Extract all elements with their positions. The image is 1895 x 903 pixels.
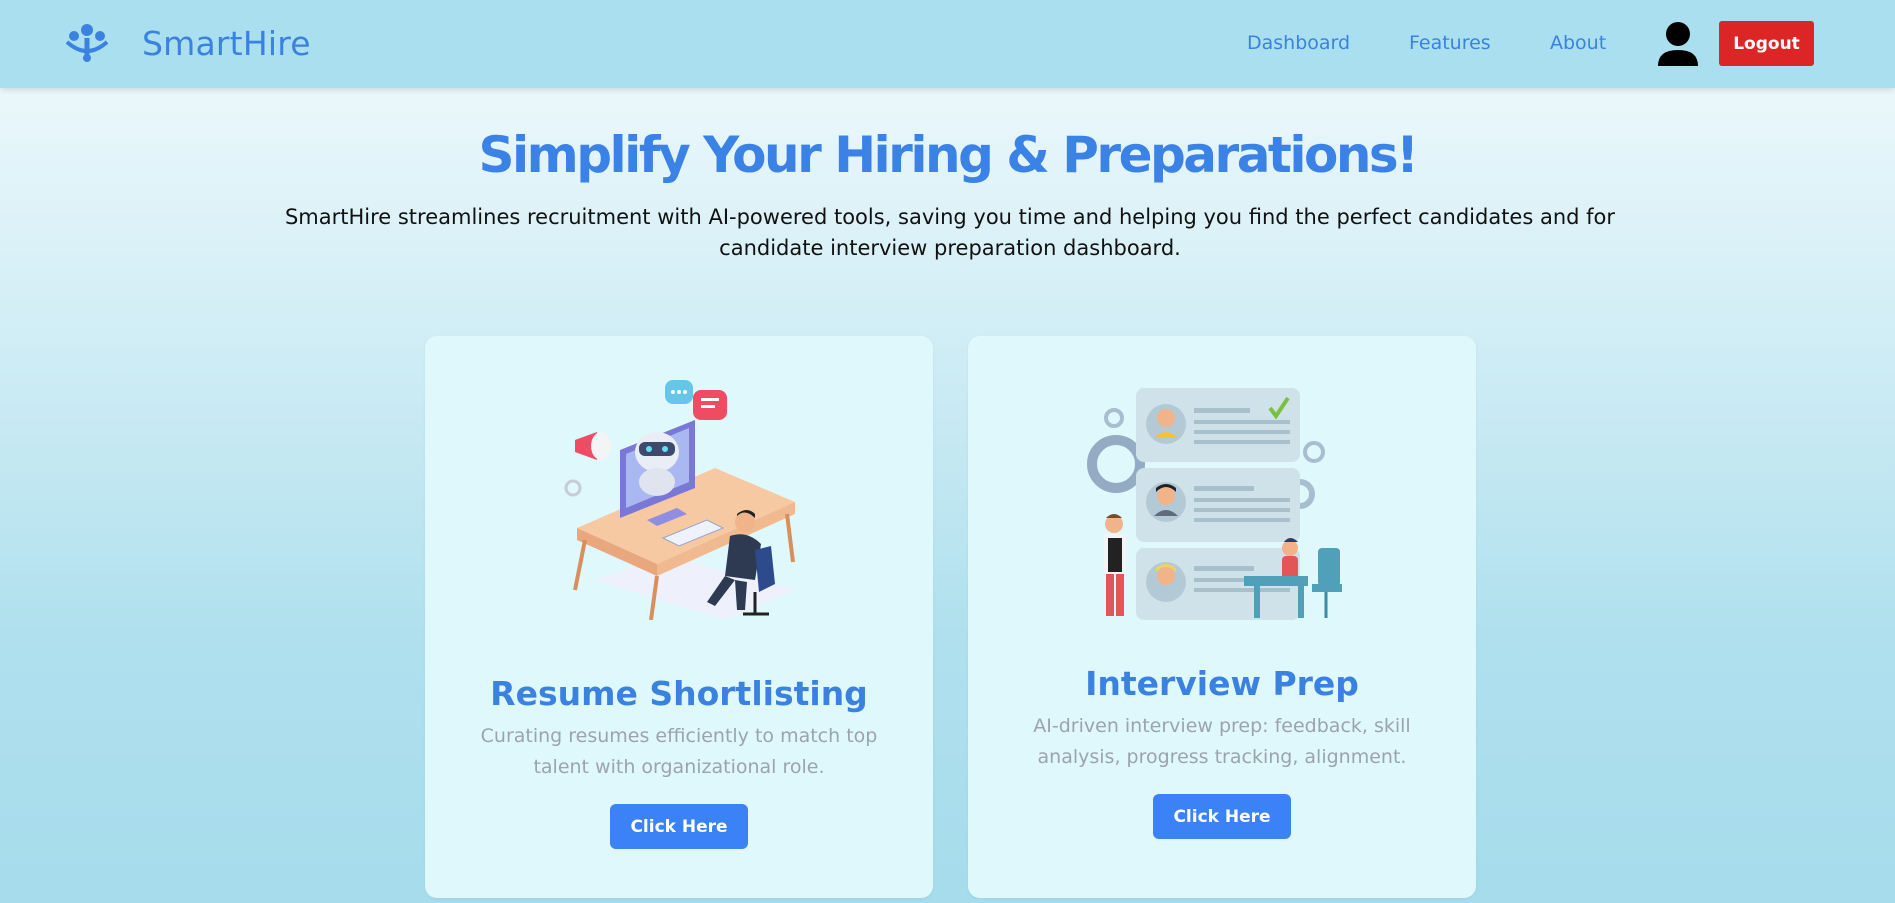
- logout-button[interactable]: Logout: [1719, 21, 1814, 66]
- candidate-profiles-illustration: [1087, 388, 1342, 620]
- card-description: AI-driven interview prep: feedback, skil…: [1033, 715, 1411, 768]
- hero-title: Simplify Your Hiring & Preparations!: [478, 126, 1419, 184]
- nav-link-about[interactable]: About: [1550, 32, 1606, 54]
- card-title: Resume Shortlisting: [490, 674, 868, 713]
- resume-shortlisting-click-button[interactable]: Click Here: [610, 804, 748, 849]
- navbar: SmartHire Dashboard Features About Logou…: [0, 0, 1895, 88]
- nav-link-dashboard[interactable]: Dashboard: [1247, 32, 1350, 54]
- card-title: Interview Prep: [1085, 664, 1359, 703]
- nav-link-features[interactable]: Features: [1409, 32, 1491, 54]
- card-interview-prep: Interview Prep AI-driven interview prep:…: [968, 336, 1476, 898]
- robot-at-desk-illustration: [564, 380, 795, 620]
- card-description: Curating resumes efficiently to match to…: [480, 725, 878, 778]
- interview-prep-click-button[interactable]: Click Here: [1153, 794, 1291, 839]
- people-network-icon[interactable]: [64, 22, 110, 64]
- card-resume-shortlisting: Resume Shortlisting Curating resumes eff…: [425, 336, 933, 898]
- hero-subtitle: SmartHire streamlines recruitment with A…: [284, 205, 1616, 260]
- user-avatar-icon[interactable]: [1656, 20, 1700, 66]
- brand-name[interactable]: SmartHire: [142, 24, 311, 63]
